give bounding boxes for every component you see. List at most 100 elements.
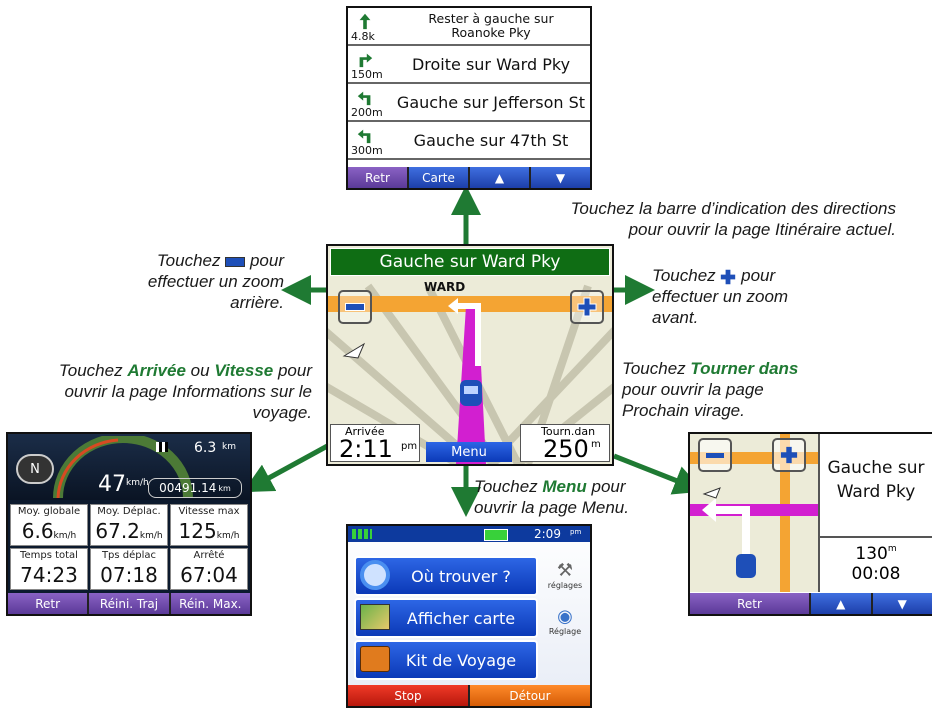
turn-in-field[interactable]: Tourn.dan 250 m (520, 424, 610, 462)
settings-label: réglages (544, 581, 586, 590)
stat-value: 125km/h (171, 519, 247, 543)
route-row[interactable]: 200m Gauche sur Jefferson St (348, 84, 590, 122)
stat-label: Temps total (11, 550, 87, 561)
turn-time: 00:08 (822, 564, 930, 584)
turn-in-value: 250 (543, 435, 589, 463)
minus-icon (345, 303, 365, 311)
row-text: Droite sur Ward Pky (392, 46, 590, 82)
turn-distance: 130m (822, 544, 930, 564)
speed-value: 47 (98, 472, 126, 497)
row-text: Rester à gauche sur Roanoke Pky (392, 8, 590, 44)
zoom-out-button[interactable] (338, 290, 372, 324)
back-button[interactable]: Retr (8, 593, 87, 614)
wrench-icon: ⚒ (544, 560, 586, 581)
stat-label: Tps déplac (91, 550, 167, 561)
row-distance: 200m (351, 106, 383, 119)
volume-label: Réglage (544, 627, 586, 636)
direction-banner[interactable]: Gauche sur Ward Pky (330, 248, 610, 276)
stat-label: Vitesse max (171, 506, 247, 517)
scroll-down-button[interactable]: ▼ (531, 167, 590, 188)
detour-button[interactable]: Détour (470, 685, 590, 706)
back-button[interactable]: Retr (690, 593, 809, 614)
turn-left-icon (356, 88, 374, 106)
caption-turn: Touchez Tourner dans pour ouvrir la page… (622, 358, 852, 421)
arrival-unit: pm (401, 441, 417, 452)
plus-icon (720, 269, 736, 285)
turn-right-icon (356, 50, 374, 68)
speaker-icon: ◉ (544, 606, 586, 627)
route-list-screen: 4.8k Rester à gauche sur Roanoke Pky 150… (346, 6, 592, 190)
settings-item[interactable]: ⚒ réglages (544, 560, 586, 600)
row-distance: 4.8k (351, 30, 375, 43)
keep-left-icon (356, 12, 374, 30)
menu-button[interactable]: Menu (426, 442, 512, 462)
route-softkey-bar: Retr Carte ▲ ▼ (348, 167, 590, 188)
turn-left-icon (356, 126, 374, 144)
stat-value: 67.2km/h (91, 519, 167, 543)
signal-icon (352, 529, 372, 539)
caption-zoom-in: Touchez pour effectuer un zoom avant. (652, 265, 852, 328)
arrival-field[interactable]: Arrivée 2:11 pm (330, 424, 420, 462)
where-to-button[interactable]: Où trouver ? (354, 556, 538, 596)
turn-zoom-in-button[interactable] (772, 438, 806, 472)
caption-zoom-out: Touchez pour effectuer un zoom arrière. (100, 250, 284, 313)
compass: N (16, 454, 54, 484)
zoom-in-button[interactable] (570, 290, 604, 324)
scroll-up-button[interactable]: ▲ (811, 593, 871, 614)
route-row[interactable]: 300m Gauche sur 47th St (348, 122, 590, 160)
scroll-up-button[interactable]: ▲ (470, 167, 529, 188)
clock: 2:09 (534, 527, 561, 541)
back-button[interactable]: Retr (348, 167, 407, 188)
reset-max-button[interactable]: Réin. Max. (171, 593, 250, 614)
turn-in-unit: m (591, 439, 601, 450)
trip-softkey-bar: Retr Réini. Traj Réin. Max. (8, 593, 250, 614)
stat-cell[interactable]: Temps total 74:23 (10, 548, 88, 590)
route-row[interactable]: 150m Droite sur Ward Pky (348, 46, 590, 84)
view-map-button[interactable]: Afficher carte (354, 598, 538, 638)
plus-icon (577, 297, 597, 317)
street-label: WARD (424, 280, 465, 294)
travel-kit-button[interactable]: Kit de Voyage (354, 640, 538, 680)
checkered-flag-icon (156, 442, 168, 452)
caption-menu: Touchez Menu pour ouvrir la page Menu. (474, 476, 674, 518)
battery-icon (484, 529, 508, 541)
next-turn-screen: Gauche sur Ward Pky 130m 00:08 Retr ▲ ▼ (688, 432, 932, 616)
stat-value: 67:04 (171, 563, 247, 587)
trip-computer-screen: N 47 km/h 6.3 km 00491.14 km Moy. global… (6, 432, 252, 616)
turn-zoom-out-button[interactable] (698, 438, 732, 472)
stat-cell[interactable]: Tps déplac 07:18 (90, 548, 168, 590)
scroll-down-button[interactable]: ▼ (873, 593, 932, 614)
stat-label: Moy. Déplac. (91, 506, 167, 517)
minus-icon (706, 453, 724, 458)
reset-trip-button[interactable]: Réini. Traj (89, 593, 168, 614)
turn-softkey-bar: Retr ▲ ▼ (690, 593, 932, 614)
stat-value: 6.6km/h (11, 519, 87, 543)
speedometer-panel: N 47 km/h 6.3 km 00491.14 km (8, 434, 250, 500)
distance-value: 6.3 (194, 440, 216, 456)
stat-cell[interactable]: Moy. Déplac. 67.2km/h (90, 504, 168, 546)
stat-value: 74:23 (11, 563, 87, 587)
route-row[interactable]: 4.8k Rester à gauche sur Roanoke Pky (348, 8, 590, 46)
status-bar: 2:09 pm (348, 526, 590, 542)
odometer-unit: km (218, 484, 230, 493)
stat-cell[interactable]: Arrêté 67:04 (170, 548, 248, 590)
minus-icon (225, 257, 245, 267)
clock-unit: pm (570, 528, 581, 536)
stop-button[interactable]: Stop (348, 685, 468, 706)
compass-heading: N (30, 462, 40, 477)
travel-kit-label: Kit de Voyage (406, 651, 516, 670)
stat-label: Arrêté (171, 550, 247, 561)
volume-item[interactable]: ◉ Réglage (544, 606, 586, 646)
stat-cell[interactable]: Vitesse max 125km/h (170, 504, 248, 546)
caption-trip: Touchez Arrivée ou Vitesse pour ouvrir l… (6, 360, 312, 423)
stat-value: 07:18 (91, 563, 167, 587)
view-map-label: Afficher carte (407, 609, 515, 628)
stat-label: Moy. globale (11, 506, 87, 517)
stat-cell[interactable]: Moy. globale 6.6km/h (10, 504, 88, 546)
odometer-value: 00491.14 (159, 481, 216, 495)
menu-softkey-bar: Stop Détour (348, 685, 590, 706)
magnifier-icon (360, 560, 390, 590)
arrival-value: 2:11 (339, 435, 393, 463)
map-button[interactable]: Carte (409, 167, 468, 188)
turn-instruction: Gauche sur Ward Pky (822, 456, 930, 504)
